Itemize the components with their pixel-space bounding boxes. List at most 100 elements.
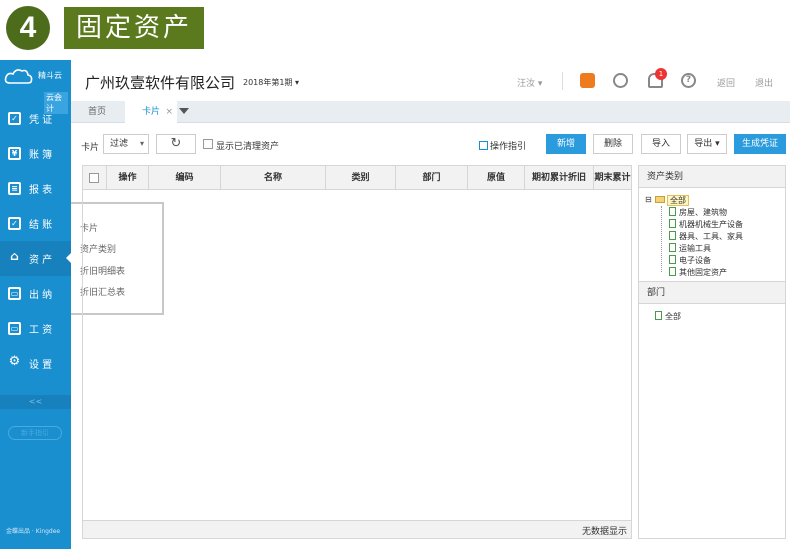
table-footer: 无数据显示 [83, 520, 631, 538]
sidebar-item-label: 账 簿 [29, 150, 53, 161]
tree-item-label: 其他固定资产 [679, 268, 727, 277]
voucher-icon: ✓ [8, 112, 21, 125]
brand-footer: 金蝶出品 · Kingdee [6, 528, 61, 535]
asset-table: 操作 编码 名称 类别 部门 原值 期初累计折旧 期末累计 无数据显示 [82, 165, 632, 539]
divider [562, 72, 563, 90]
show-cleared-label: 显示已清理资产 [216, 142, 280, 152]
sidebar-item-label: 凭 证 [29, 115, 53, 126]
sidebar-item-settings[interactable]: ⚙ 设 置 [0, 346, 71, 381]
user-menu[interactable]: 汪汝 ▾ [517, 76, 542, 89]
help-icon[interactable]: ? [681, 73, 696, 88]
generate-voucher-button[interactable]: 生成凭证 [734, 134, 786, 154]
cloud-icon [4, 69, 33, 84]
tab-menu-chevron-icon[interactable] [179, 108, 189, 114]
period-selector[interactable]: 2018年第1期 ▾ [243, 77, 299, 88]
sidebar-item-voucher[interactable]: ✓ 凭 证 [0, 101, 71, 136]
refresh-button[interactable]: ↻ [156, 134, 196, 154]
column-header: 操作 [107, 166, 149, 190]
step-number: 4 [6, 6, 50, 50]
sidebar-item-salary[interactable]: ▭ 工 资 [0, 311, 71, 346]
column-header: 名称 [221, 166, 326, 190]
checkout-icon: ✓ [8, 217, 21, 230]
file-icon [669, 219, 676, 228]
toolbar: 卡片 过滤 ↻ 显示已清理资产 操作指引 新增 删除 导入 导出 ▾ 生成凭证 [71, 123, 790, 165]
period-label: 2018年第1期 [243, 78, 293, 87]
close-icon[interactable]: × [165, 101, 173, 123]
tree-item-label: 机器机械生产设备 [679, 220, 743, 229]
message-icon[interactable] [580, 73, 595, 88]
select-all-checkbox[interactable] [89, 173, 99, 183]
column-header: 类别 [326, 166, 396, 190]
category-panel: 资产类别 ⊟ 全部 房屋、建筑物 机器机械生产设备 器具、工具、家具 运输工具 … [638, 165, 786, 539]
sidebar: 精斗云 云会计 ✓ 凭 证 ¥ 账 簿 ≡ 报 表 ✓ 结 账 ⌂ 资 产 ▭ … [0, 60, 71, 549]
cashier-icon: ▭ [8, 287, 21, 300]
export-label: 导出 [694, 139, 713, 149]
column-header: 编码 [149, 166, 221, 190]
export-button[interactable]: 导出 ▾ [687, 134, 727, 154]
ledger-icon: ¥ [8, 147, 21, 160]
logo-text: 精斗云 [38, 71, 62, 80]
tree-toggle-icon[interactable]: ⊟ [645, 195, 652, 204]
back-link[interactable]: 返回 [717, 76, 735, 89]
tree-item-label: 房屋、建筑物 [679, 208, 727, 217]
banner: 4 固定资产 [0, 0, 790, 60]
show-cleared-checkbox[interactable] [203, 139, 213, 149]
tree-item[interactable]: 器具、工具、家具 [669, 231, 743, 242]
department-title: 部门 [639, 282, 785, 304]
column-header: 部门 [396, 166, 468, 190]
sidebar-item-label: 设 置 [29, 360, 53, 371]
file-icon [669, 243, 676, 252]
tab-bar: 首页 卡片 × [71, 101, 790, 123]
tab-home[interactable]: 首页 [77, 101, 117, 123]
headset-icon[interactable] [613, 73, 628, 88]
tab-card-label: 卡片 [141, 107, 160, 117]
sidebar-item-report[interactable]: ≡ 报 表 [0, 171, 71, 206]
report-icon: ≡ [8, 182, 21, 195]
banner-title: 固定资产 [64, 7, 204, 49]
guide-label: 操作指引 [490, 142, 527, 152]
folder-icon [655, 196, 665, 203]
filter-dropdown[interactable]: 过滤 [103, 134, 149, 154]
sidebar-item-label: 资 产 [29, 255, 53, 266]
dept-tree-root[interactable]: 全部 [655, 311, 681, 322]
select-all-cell [83, 166, 107, 190]
column-header: 原值 [468, 166, 525, 190]
tab-card[interactable]: 卡片 × [125, 101, 177, 123]
file-icon [669, 231, 676, 240]
no-data-text: 无数据显示 [581, 527, 627, 537]
sidebar-item-asset[interactable]: ⌂ 资 产 [0, 241, 71, 276]
salary-icon: ▭ [8, 322, 21, 335]
table-header: 操作 编码 名称 类别 部门 原值 期初累计折旧 期末累计 [83, 166, 631, 190]
tree-item[interactable]: 其他固定资产 [669, 267, 727, 278]
settings-icon: ⚙ [8, 354, 21, 369]
sidebar-item-label: 报 表 [29, 185, 53, 196]
tree-item[interactable]: 房屋、建筑物 [669, 207, 727, 218]
logout-link[interactable]: 退出 [755, 76, 773, 89]
sidebar-item-cashier[interactable]: ▭ 出 纳 [0, 276, 71, 311]
tree-item-label: 电子设备 [679, 256, 711, 265]
import-button[interactable]: 导入 [641, 134, 681, 154]
guide-icon [479, 141, 488, 150]
sidebar-item-checkout[interactable]: ✓ 结 账 [0, 206, 71, 241]
delete-button[interactable]: 删除 [593, 134, 633, 154]
file-icon [669, 255, 676, 264]
tree-item[interactable]: 运输工具 [669, 243, 711, 254]
tree-root-label: 全部 [667, 195, 689, 206]
tree-item-label: 器具、工具、家具 [679, 232, 743, 241]
logo: 精斗云 云会计 [4, 64, 68, 114]
collapse-sidebar-button[interactable]: << [0, 395, 71, 409]
operation-guide-link[interactable]: 操作指引 [479, 139, 526, 152]
column-header: 期初累计折旧 [525, 166, 594, 190]
company-name: 广州玖壹软件有限公司 [85, 74, 236, 92]
tree-item[interactable]: 机器机械生产设备 [669, 219, 743, 230]
tree-root-all[interactable]: 全部 [655, 195, 689, 206]
beginner-guide-button[interactable]: 新手指引 [8, 426, 62, 440]
tree-item[interactable]: 电子设备 [669, 255, 711, 266]
add-button[interactable]: 新增 [546, 134, 586, 154]
tree-item-label: 运输工具 [679, 244, 711, 253]
notification-badge: 1 [655, 68, 667, 80]
dept-root-label: 全部 [665, 312, 681, 321]
user-name: 汪汝 [517, 79, 536, 89]
asset-icon: ⌂ [10, 249, 19, 263]
sidebar-item-ledger[interactable]: ¥ 账 簿 [0, 136, 71, 171]
